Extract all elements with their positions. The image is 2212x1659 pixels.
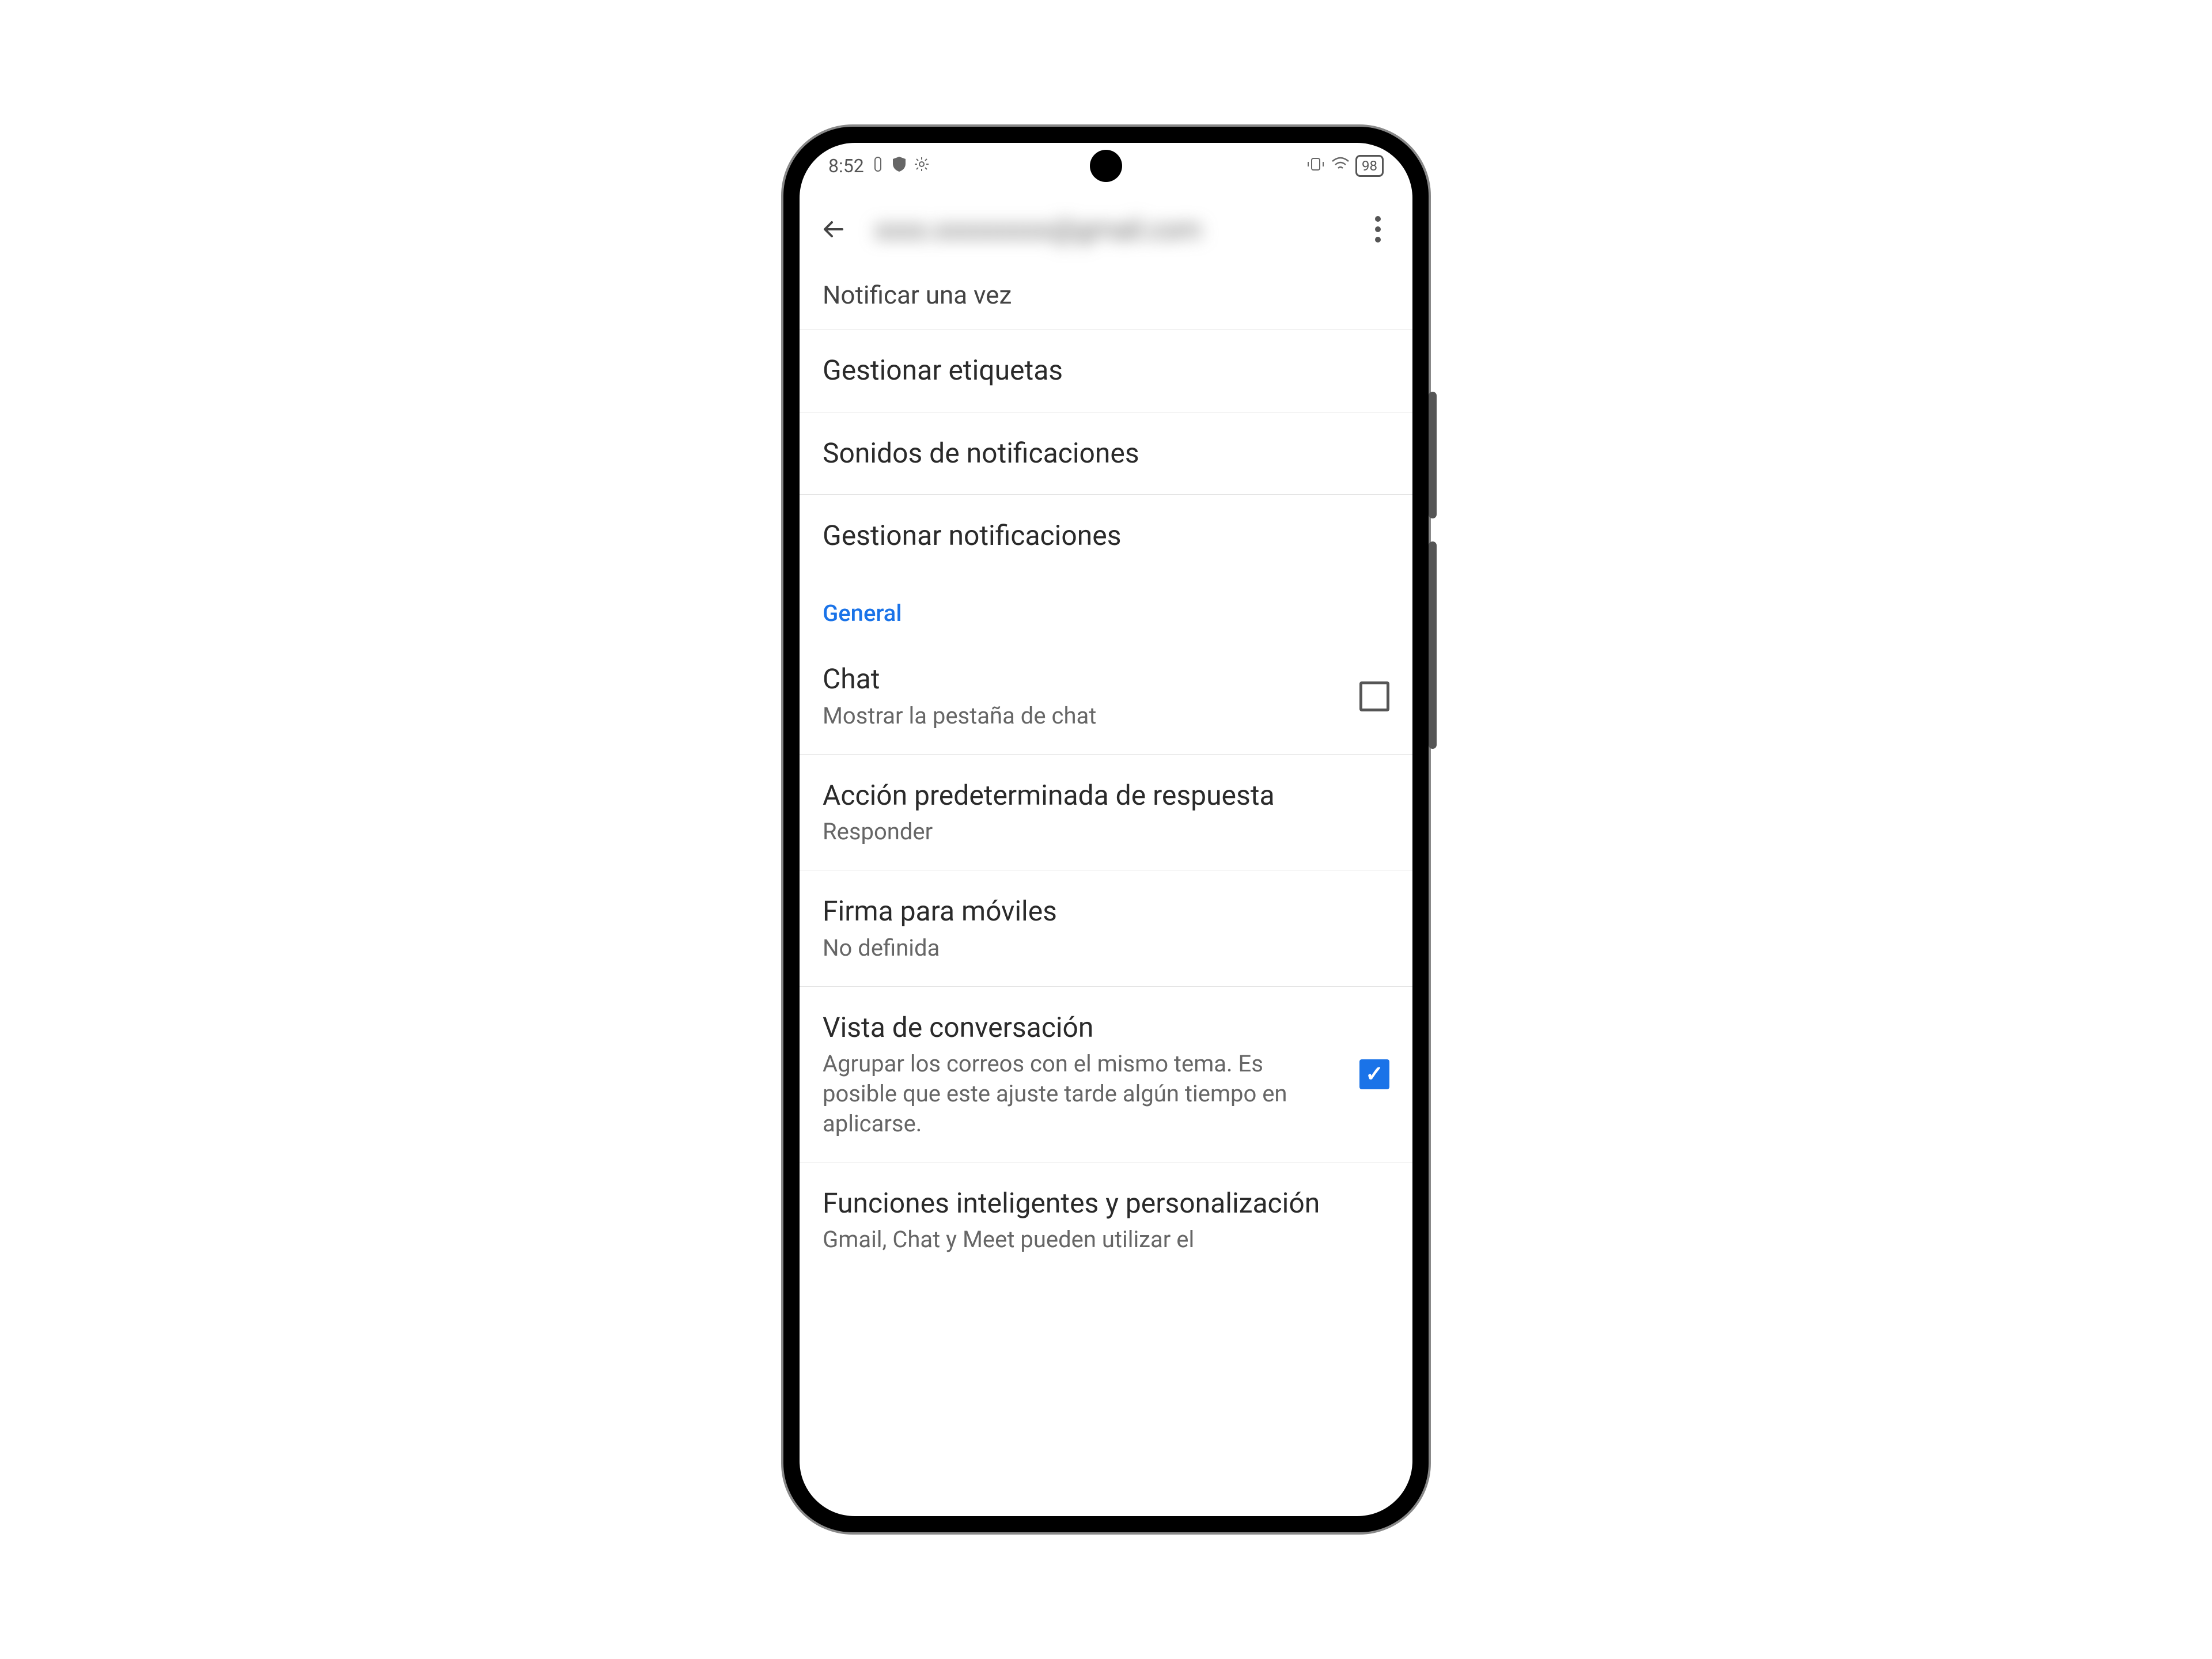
setting-manage-labels[interactable]: Gestionar etiquetas	[800, 329, 1412, 412]
setting-sublabel: Mostrar la pestaña de chat	[823, 701, 1342, 731]
setting-label: Notificar una vez	[823, 279, 1372, 312]
setting-sublabel: Responder	[823, 817, 1372, 847]
setting-manage-notifications[interactable]: Gestionar notificaciones	[800, 495, 1412, 577]
setting-label: Firma para móviles	[823, 893, 1372, 929]
setting-label: Gestionar etiquetas	[823, 353, 1372, 388]
setting-smart-features[interactable]: Funciones inteligentes y personalización…	[800, 1162, 1412, 1278]
more-menu-button[interactable]	[1361, 212, 1395, 247]
setting-label: Gestionar notificaciones	[823, 518, 1372, 554]
setting-label: Funciones inteligentes y personalización	[823, 1185, 1372, 1221]
setting-notification-sounds[interactable]: Sonidos de notificaciones	[800, 412, 1412, 495]
setting-label: Vista de conversación	[823, 1010, 1342, 1046]
setting-mobile-signature[interactable]: Firma para móviles No definida	[800, 870, 1412, 986]
setting-default-reply-action[interactable]: Acción predeterminada de respuesta Respo…	[800, 755, 1412, 870]
vibrate-icon	[1306, 156, 1325, 176]
battery-indicator: 98	[1355, 155, 1384, 177]
status-time: 8:52	[828, 155, 864, 177]
setting-sublabel: Agrupar los correos con el mismo tema. E…	[823, 1049, 1342, 1139]
wifi-icon	[1331, 157, 1350, 176]
conversation-checkbox[interactable]: ✓	[1359, 1059, 1389, 1089]
chat-checkbox[interactable]	[1359, 681, 1389, 711]
setting-notify-once[interactable]: Notificar una vez	[800, 270, 1412, 329]
setting-sublabel: No definida	[823, 933, 1372, 963]
setting-label: Sonidos de notificaciones	[823, 435, 1372, 471]
setting-label: Chat	[823, 661, 1342, 697]
camera-notch	[1090, 150, 1122, 182]
settings-list: Notificar una vez Gestionar etiquetas So…	[800, 270, 1412, 1278]
account-title-blurred: xxxx.xxxxxxxxx@gmail.com	[874, 213, 1338, 246]
status-left: 8:52	[828, 155, 930, 177]
setting-chat[interactable]: Chat Mostrar la pestaña de chat	[800, 638, 1412, 754]
section-header-general: General	[800, 577, 1412, 638]
mute-icon	[871, 156, 885, 176]
status-right: 98	[1306, 155, 1384, 177]
side-button	[1429, 541, 1437, 749]
phone-screen: 8:52 98	[800, 143, 1412, 1516]
check-icon: ✓	[1365, 1061, 1384, 1087]
side-button	[1429, 392, 1437, 518]
setting-conversation-view[interactable]: Vista de conversación Agrupar los correo…	[800, 987, 1412, 1162]
gear-icon	[914, 156, 930, 176]
setting-sublabel: Gmail, Chat y Meet pueden utilizar el	[823, 1225, 1372, 1255]
shield-icon	[892, 156, 907, 177]
back-button[interactable]	[817, 212, 851, 247]
setting-label: Acción predeterminada de respuesta	[823, 778, 1372, 813]
battery-level: 98	[1362, 158, 1377, 174]
phone-frame: 8:52 98	[783, 127, 1429, 1532]
app-bar: xxxx.xxxxxxxxx@gmail.com	[800, 189, 1412, 270]
